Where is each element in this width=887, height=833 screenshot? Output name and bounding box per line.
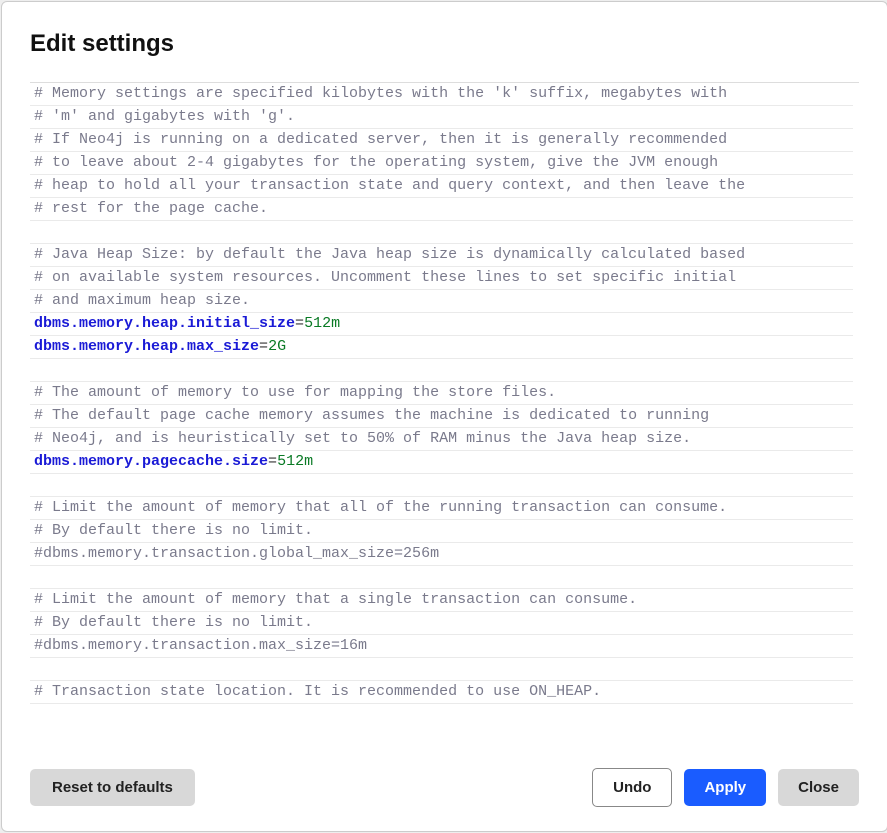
editor-line[interactable]: # By default there is no limit. — [30, 612, 853, 635]
dialog-title: Edit settings — [30, 30, 859, 58]
setting-value: 2G — [268, 338, 286, 355]
editor-line[interactable] — [30, 474, 853, 497]
editor-line[interactable]: # on available system resources. Uncomme… — [30, 267, 853, 290]
editor-line[interactable]: # heap to hold all your transaction stat… — [30, 175, 853, 198]
dialog-footer: Reset to defaults Undo Apply Close — [30, 744, 859, 807]
editor-line[interactable] — [30, 221, 853, 244]
editor-line[interactable]: dbms.memory.heap.max_size=2G — [30, 336, 853, 359]
comment-text: # Neo4j, and is heuristically set to 50%… — [34, 430, 691, 447]
comment-text: # If Neo4j is running on a dedicated ser… — [34, 131, 727, 148]
editor-line[interactable]: #dbms.memory.transaction.max_size=16m — [30, 635, 853, 658]
comment-text: # By default there is no limit. — [34, 614, 313, 631]
editor-line[interactable]: #dbms.memory.transaction.global_max_size… — [30, 543, 853, 566]
editor-line[interactable]: # Transaction state location. It is reco… — [30, 681, 853, 704]
editor-line[interactable]: dbms.memory.heap.initial_size=512m — [30, 313, 853, 336]
setting-equals: = — [268, 453, 277, 470]
comment-text: # Limit the amount of memory that a sing… — [34, 591, 637, 608]
comment-text: # Transaction state location. It is reco… — [34, 683, 601, 700]
reset-to-defaults-button[interactable]: Reset to defaults — [30, 769, 195, 806]
close-button[interactable]: Close — [778, 769, 859, 806]
editor-line[interactable]: # Neo4j, and is heuristically set to 50%… — [30, 428, 853, 451]
comment-text: # 'm' and gigabytes with 'g'. — [34, 108, 295, 125]
editor-line[interactable]: # 'm' and gigabytes with 'g'. — [30, 106, 853, 129]
editor-line[interactable]: # to leave about 2-4 gigabytes for the o… — [30, 152, 853, 175]
editor-line[interactable]: # By default there is no limit. — [30, 520, 853, 543]
apply-button[interactable]: Apply — [684, 769, 766, 806]
setting-key: dbms.memory.heap.initial_size — [34, 315, 295, 332]
editor-line[interactable] — [30, 566, 853, 589]
comment-text: # and maximum heap size. — [34, 292, 250, 309]
editor-line[interactable]: # rest for the page cache. — [30, 198, 853, 221]
comment-text: # Memory settings are specified kilobyte… — [34, 85, 727, 102]
edit-settings-dialog: Edit settings # Memory settings are spec… — [1, 1, 887, 832]
setting-key: dbms.memory.pagecache.size — [34, 453, 268, 470]
editor-line[interactable]: # and maximum heap size. — [30, 290, 853, 313]
editor-line[interactable]: # The default page cache memory assumes … — [30, 405, 853, 428]
editor-line[interactable]: # Limit the amount of memory that all of… — [30, 497, 853, 520]
comment-text: # The default page cache memory assumes … — [34, 407, 709, 424]
editor-line[interactable]: # The amount of memory to use for mappin… — [30, 382, 853, 405]
setting-key: dbms.memory.heap.max_size — [34, 338, 259, 355]
settings-editor[interactable]: # Memory settings are specified kilobyte… — [30, 83, 859, 744]
editor-line[interactable]: # Limit the amount of memory that a sing… — [30, 589, 853, 612]
comment-text: #dbms.memory.transaction.global_max_size… — [34, 545, 439, 562]
editor-line[interactable]: dbms.memory.pagecache.size=512m — [30, 451, 853, 474]
setting-equals: = — [259, 338, 268, 355]
comment-text: # Java Heap Size: by default the Java he… — [34, 246, 745, 263]
comment-text: #dbms.memory.transaction.max_size=16m — [34, 637, 367, 654]
editor-line[interactable]: # Memory settings are specified kilobyte… — [30, 83, 853, 106]
comment-text: # By default there is no limit. — [34, 522, 313, 539]
comment-text: # on available system resources. Uncomme… — [34, 269, 736, 286]
settings-editor-wrap: # Memory settings are specified kilobyte… — [30, 82, 859, 744]
setting-value: 512m — [304, 315, 340, 332]
editor-line[interactable] — [30, 658, 853, 681]
undo-button[interactable]: Undo — [592, 768, 672, 807]
editor-line[interactable] — [30, 359, 853, 382]
setting-equals: = — [295, 315, 304, 332]
comment-text: # The amount of memory to use for mappin… — [34, 384, 556, 401]
comment-text: # Limit the amount of memory that all of… — [34, 499, 727, 516]
comment-text: # heap to hold all your transaction stat… — [34, 177, 745, 194]
comment-text: # to leave about 2-4 gigabytes for the o… — [34, 154, 718, 171]
editor-line[interactable]: # Java Heap Size: by default the Java he… — [30, 244, 853, 267]
setting-value: 512m — [277, 453, 313, 470]
editor-line[interactable]: # If Neo4j is running on a dedicated ser… — [30, 129, 853, 152]
comment-text: # rest for the page cache. — [34, 200, 268, 217]
